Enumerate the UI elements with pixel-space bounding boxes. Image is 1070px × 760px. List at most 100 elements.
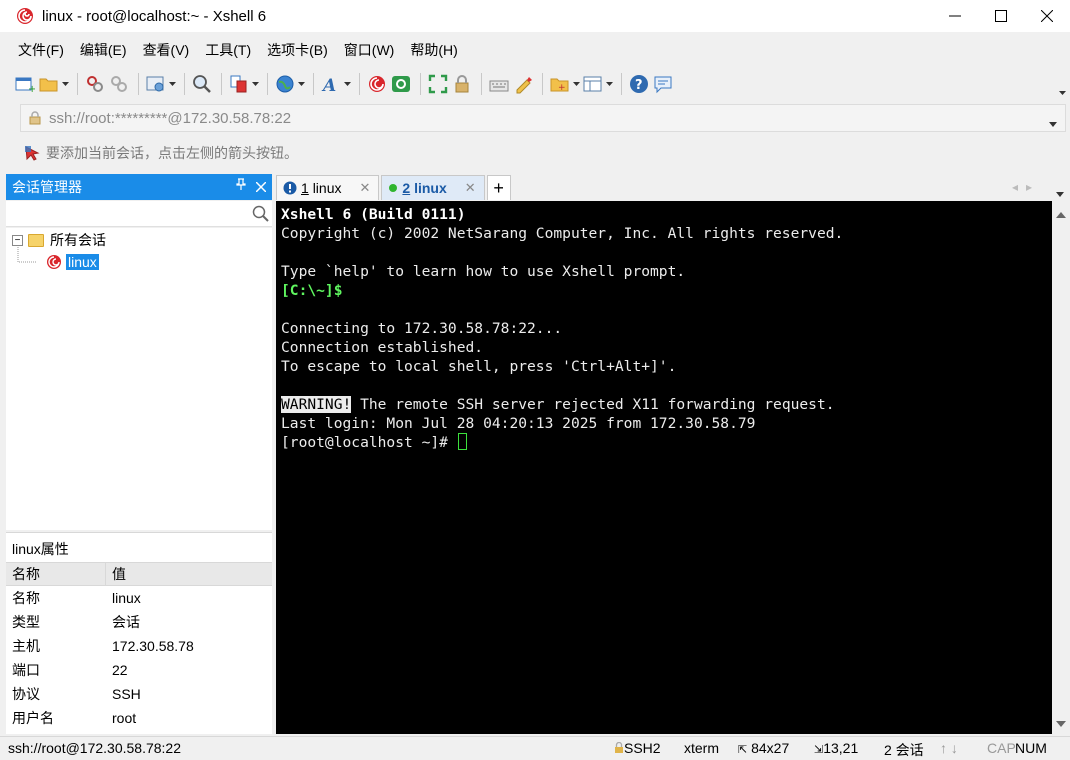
terminal-cursor	[457, 433, 467, 450]
font-icon: A	[320, 73, 342, 95]
toolbar-separator	[359, 73, 360, 95]
add-tab-button[interactable]: +	[486, 175, 511, 200]
encoding-button[interactable]	[274, 70, 305, 98]
tree-row-all-sessions[interactable]: − 所有会话	[12, 229, 106, 251]
fullscreen-icon	[427, 73, 449, 95]
xftp-button[interactable]	[390, 70, 412, 98]
menu-edit[interactable]: 编辑(E)	[72, 36, 135, 64]
font-button[interactable]: A	[320, 70, 351, 98]
new-session-button[interactable]: +	[14, 70, 36, 98]
svg-text:+: +	[558, 83, 566, 93]
table-row: 主机 172.30.58.78	[6, 634, 272, 658]
column-header-name[interactable]: 名称	[6, 563, 106, 585]
toolbar-separator	[267, 73, 268, 95]
new-folder-button[interactable]: +	[549, 70, 580, 98]
title-bar: linux - root@localhost:~ - Xshell 6	[0, 0, 1070, 32]
menu-help[interactable]: 帮助(H)	[402, 36, 465, 64]
new-session-icon: +	[14, 73, 36, 95]
find-button[interactable]	[191, 70, 213, 98]
chat-icon	[652, 73, 674, 95]
toolbar-separator	[542, 73, 543, 95]
menu-tools[interactable]: 工具(T)	[197, 36, 259, 64]
xshell-logo-icon	[17, 8, 33, 24]
window-title: linux - root@localhost:~ - Xshell 6	[42, 7, 267, 25]
tab-close-icon[interactable]: ✕	[359, 180, 370, 196]
table-row: 用户名 root	[6, 706, 272, 730]
tab-session-2[interactable]: 2 linux ✕	[381, 175, 485, 200]
property-name: 名称	[12, 590, 40, 606]
menu-tabs[interactable]: 选项卡(B)	[259, 36, 336, 64]
cursor-pos-icon: ⇲	[814, 744, 824, 756]
find-icon	[191, 73, 213, 95]
pin-icon[interactable]	[236, 178, 246, 193]
properties-button[interactable]	[145, 70, 176, 98]
maximize-button[interactable]	[978, 0, 1024, 32]
property-value: 22	[112, 662, 128, 678]
tab-label: 1 linux	[301, 180, 342, 196]
session-search-input[interactable]	[6, 201, 246, 225]
tab-list-icon[interactable]	[1056, 184, 1064, 200]
copy-paste-icon	[228, 73, 250, 95]
properties-panel: linux属性 名称 值 名称 linux 类型 会话 主机 172.30.58…	[6, 532, 272, 734]
tab-session-1[interactable]: 1 linux ✕	[276, 175, 380, 200]
minimize-button[interactable]	[932, 0, 978, 32]
close-window-button[interactable]	[1024, 0, 1070, 32]
toolbar-separator	[481, 73, 482, 95]
property-name: 协议	[12, 686, 40, 702]
open-folder-icon	[38, 73, 60, 95]
lock-icon	[615, 741, 623, 753]
scroll-down-icon[interactable]	[1056, 714, 1066, 730]
keyboard-button[interactable]	[488, 70, 510, 98]
chat-button[interactable]	[652, 70, 674, 98]
highlight-button[interactable]	[512, 70, 534, 98]
toolbar-separator	[221, 73, 222, 95]
copy-paste-button[interactable]	[228, 70, 259, 98]
menu-file[interactable]: 文件(F)	[10, 36, 72, 64]
svg-text:+: +	[28, 84, 35, 93]
terminal-remote-prompt: [root@localhost ~]#	[281, 434, 457, 451]
property-name: 端口	[12, 662, 40, 678]
close-icon[interactable]	[255, 176, 267, 197]
toolbar-separator	[313, 73, 314, 95]
search-icon[interactable]	[252, 205, 270, 223]
globe-icon	[274, 73, 296, 95]
terminal-scrollbar[interactable]	[1052, 201, 1070, 734]
lock-button[interactable]	[451, 70, 473, 98]
property-value: linux	[112, 590, 141, 606]
tree-item-linux[interactable]: linux	[46, 251, 99, 273]
tab-close-icon[interactable]: ✕	[465, 180, 476, 196]
toolbar-overflow-icon[interactable]	[1059, 82, 1066, 98]
plus-icon: +	[493, 177, 504, 198]
lock-icon	[29, 111, 41, 125]
keyboard-icon	[488, 73, 510, 95]
session-manager-header: 会话管理器	[6, 174, 272, 200]
terminal[interactable]: Xshell 6 (Build 0111) Copyright (c) 2002…	[276, 201, 1052, 734]
menu-window[interactable]: 窗口(W)	[336, 36, 403, 64]
xshell-button[interactable]	[366, 70, 388, 98]
status-bar: ssh://root@172.30.58.78:22 SSH2 xterm ⇱ …	[0, 736, 1070, 760]
hint-text: 要添加当前会话，点击左侧的箭头按钮。	[46, 145, 298, 161]
scroll-up-icon[interactable]	[1056, 205, 1066, 221]
chevron-down-icon[interactable]	[1049, 114, 1057, 130]
arrow-up-down-icon[interactable]: ↑ ↓	[940, 740, 958, 756]
collapse-icon[interactable]: −	[12, 234, 23, 246]
fullscreen-button[interactable]	[427, 70, 449, 98]
open-session-button[interactable]	[38, 70, 69, 98]
address-bar[interactable]: ssh://root:*********@172.30.58.78:22	[20, 104, 1066, 132]
warning-text: The remote SSH server rejected X11 forwa…	[351, 396, 835, 413]
xshell-logo-icon	[47, 255, 61, 269]
disconnect-button[interactable]	[84, 70, 106, 98]
menu-view[interactable]: 查看(V)	[135, 36, 198, 64]
column-header-value[interactable]: 值	[106, 563, 126, 585]
add-session-arrow-icon[interactable]	[24, 145, 40, 161]
tab-scroll-arrows-icon[interactable]: ◂▸	[1012, 180, 1040, 194]
maximize-icon	[995, 10, 1007, 22]
terminal-line: Xshell 6 (Build 0111)	[281, 206, 466, 223]
properties-header-row: 名称 值	[6, 562, 272, 586]
layout-button[interactable]	[582, 70, 613, 98]
session-manager-title: 会话管理器	[12, 179, 82, 195]
reconnect-button[interactable]	[108, 70, 130, 98]
help-button[interactable]: ?	[628, 70, 650, 98]
